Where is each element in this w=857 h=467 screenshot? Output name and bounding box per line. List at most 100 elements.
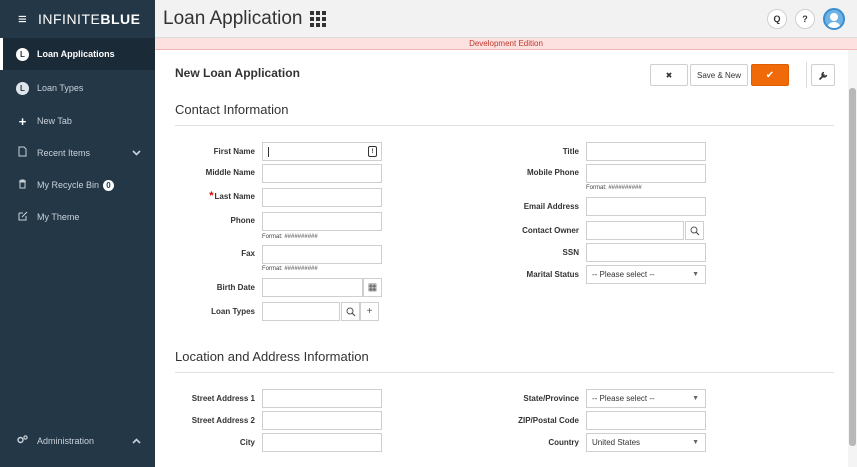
last-name-input[interactable] (262, 188, 382, 207)
last-name-label: *Last Name (209, 190, 255, 202)
title-label: Title (562, 147, 579, 156)
required-marker: * (209, 190, 214, 202)
recycle-bin-count-badge: 0 (103, 179, 115, 191)
chevron-down-icon: ▼ (692, 395, 699, 402)
text-cursor (268, 146, 269, 157)
save-button[interactable]: ✔ (751, 64, 789, 86)
avatar[interactable] (823, 8, 845, 30)
ssn-label: SSN (562, 248, 579, 257)
sidebar-item-loan-applications[interactable]: L Loan Applications (0, 38, 155, 70)
top-bar: Loan Application Q ? (155, 0, 857, 38)
marital-status-select[interactable]: -- Please select -- ▼ (586, 265, 706, 284)
middle-name-label: Middle Name (205, 168, 255, 177)
sidebar-item-label: Recent Items (37, 148, 91, 158)
contact-owner-input[interactable] (586, 221, 684, 240)
sidebar-item-label: Administration (37, 436, 95, 446)
mobile-format-hint: Format: ########## (586, 185, 642, 191)
sidebar-item-recent-items[interactable]: Recent Items (0, 137, 155, 169)
sidebar-item-label: My Recycle Bin (37, 180, 100, 190)
birth-date-label: Birth Date (216, 283, 255, 292)
email-label: Email Address (523, 202, 579, 211)
loan-types-search-icon[interactable] (341, 302, 360, 321)
add-loan-type-button[interactable]: + (360, 302, 379, 321)
fax-format-hint: Format: ########## (262, 266, 318, 272)
sidebar-item-administration[interactable]: Administration (0, 425, 155, 457)
fax-label: Fax (241, 249, 255, 258)
state-select[interactable]: -- Please select -- ▼ (586, 389, 706, 408)
title-input[interactable] (586, 142, 706, 161)
edit-icon (16, 211, 29, 224)
street-address-2-input[interactable] (262, 411, 382, 430)
chevron-down-icon[interactable] (132, 148, 141, 158)
loan-types-label: Loan Types (211, 307, 255, 316)
contact-owner-search-icon[interactable] (685, 221, 704, 240)
country-select[interactable]: United States ▼ (586, 433, 706, 452)
fax-input[interactable] (262, 245, 382, 264)
wrench-icon (818, 71, 827, 80)
plus-icon: + (18, 113, 27, 129)
mobile-phone-label: Mobile Phone (527, 168, 579, 177)
address-section-title: Location and Address Information (175, 349, 369, 364)
sidebar-header: ≡ INFINITEBLUE (0, 0, 155, 38)
top-actions: Q ? (767, 8, 845, 30)
sidebar-item-new-tab[interactable]: + New Tab (0, 105, 155, 137)
document-icon (16, 146, 29, 160)
phone-input[interactable] (262, 212, 382, 231)
ssn-input[interactable] (586, 243, 706, 262)
section-divider (175, 125, 834, 126)
country-label: Country (548, 438, 579, 447)
zip-label: ZIP/Postal Code (518, 416, 579, 425)
sidebar-item-label: New Tab (37, 116, 72, 126)
street-address-2-label: Street Address 2 (191, 416, 255, 425)
loan-types-icon: L (16, 81, 29, 95)
password-manager-icon[interactable]: ! (368, 146, 377, 157)
city-input[interactable] (262, 433, 382, 452)
email-input[interactable] (586, 197, 706, 216)
scrollbar-thumb[interactable] (849, 88, 856, 446)
marital-status-label: Marital Status (526, 270, 579, 279)
mobile-phone-input[interactable] (586, 164, 706, 183)
sidebar-item-recycle-bin[interactable]: My Recycle Bin 0 (0, 169, 155, 201)
city-label: City (239, 438, 255, 447)
street-address-1-input[interactable] (262, 389, 382, 408)
phone-label: Phone (230, 216, 255, 225)
calendar-icon[interactable]: ▦ (363, 278, 382, 297)
app-grid-icon[interactable] (310, 10, 327, 27)
hamburger-menu-icon[interactable]: ≡ (18, 11, 36, 28)
development-edition-banner: Development Edition (155, 38, 857, 50)
loan-types-input[interactable] (262, 302, 340, 321)
trash-icon (16, 179, 29, 192)
chevron-down-icon: ▼ (692, 271, 699, 278)
contact-owner-label: Contact Owner (522, 226, 579, 235)
street-address-1-label: Street Address 1 (191, 394, 255, 403)
first-name-label: First Name (213, 147, 255, 156)
search-icon[interactable]: Q (767, 9, 787, 29)
birth-date-input[interactable] (262, 278, 363, 297)
chevron-up-icon[interactable] (132, 436, 141, 446)
form-title: New Loan Application (175, 66, 300, 80)
section-divider (175, 372, 834, 373)
sidebar-item-my-theme[interactable]: My Theme (0, 201, 155, 233)
contact-section-title: Contact Information (175, 102, 289, 117)
sidebar-item-label: My Theme (37, 212, 80, 222)
toolbar-divider (806, 62, 807, 88)
loan-applications-icon: L (16, 47, 29, 61)
cancel-button[interactable]: ✖ (650, 64, 688, 86)
first-name-input[interactable]: ! (262, 142, 382, 161)
zip-input[interactable] (586, 411, 706, 430)
phone-format-hint: Format: ########## (262, 234, 318, 240)
gears-icon (16, 435, 29, 447)
state-label: State/Province (523, 394, 579, 403)
help-icon[interactable]: ? (795, 9, 815, 29)
save-and-new-button[interactable]: Save & New (690, 64, 748, 86)
logo[interactable]: INFINITEBLUE (38, 11, 140, 27)
page-title: Loan Application (163, 7, 303, 29)
middle-name-input[interactable] (262, 164, 382, 183)
settings-wrench-button[interactable] (811, 64, 835, 86)
main-content: New Loan Application ✖ Save & New ✔ Cont… (155, 50, 848, 467)
chevron-down-icon: ▼ (692, 439, 699, 446)
sidebar: ≡ INFINITEBLUE L Loan Applications L Loa… (0, 0, 155, 467)
sidebar-item-loan-types[interactable]: L Loan Types (0, 72, 155, 104)
sidebar-item-label: Loan Types (37, 83, 84, 93)
sidebar-item-label: Loan Applications (37, 49, 115, 59)
